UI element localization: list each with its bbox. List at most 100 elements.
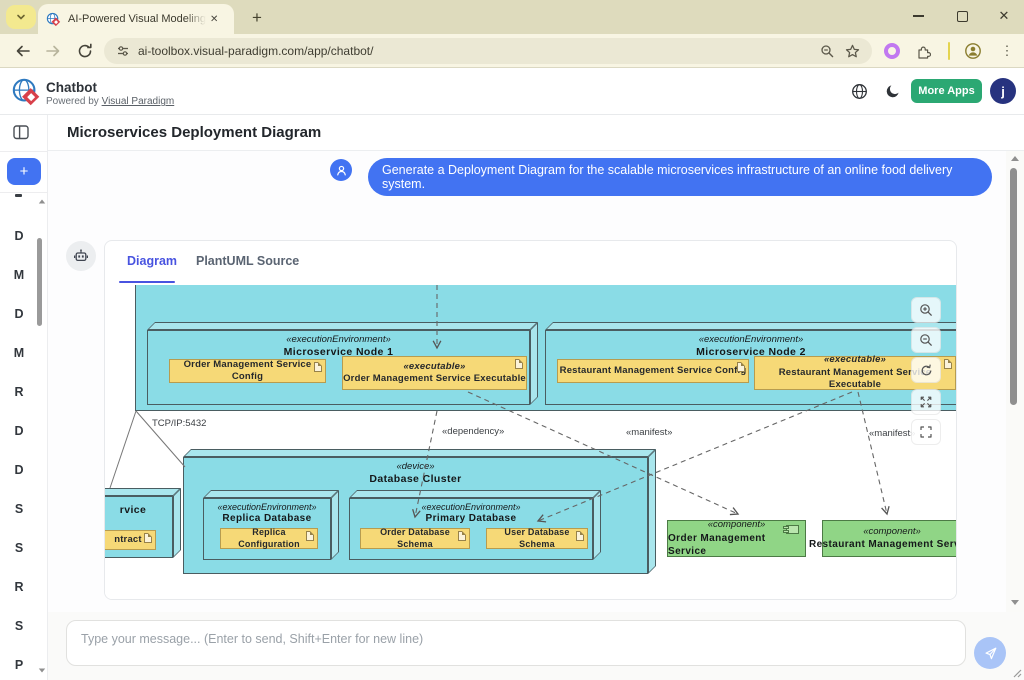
stereotype-label: «executionEnvironment»: [350, 502, 592, 513]
browser-tab[interactable]: AI-Powered Visual Modeling Ch ✕: [38, 4, 234, 34]
sidebar-item[interactable]: M: [0, 268, 38, 283]
user-message-avatar: [330, 159, 352, 181]
powered-by: Powered by Visual Paradigm: [46, 96, 174, 107]
artifact-icon: [314, 362, 322, 372]
resize-grip-icon[interactable]: [1010, 666, 1022, 678]
zoom-level-icon[interactable]: [820, 44, 835, 59]
extension-ring-icon[interactable]: [884, 43, 900, 59]
artifact-order-db-schema: Order Database Schema: [360, 528, 470, 549]
person-icon: [335, 164, 348, 177]
chat-scroll-down-icon[interactable]: [1011, 600, 1019, 605]
page-title: Microservices Deployment Diagram: [67, 124, 321, 141]
powered-by-link[interactable]: Visual Paradigm: [102, 96, 175, 107]
stereotype-label: «executionEnvironment»: [204, 502, 330, 513]
browser-tab-strip: AI-Powered Visual Modeling Ch ✕ + ✕: [0, 0, 1024, 34]
message-input[interactable]: [67, 621, 965, 665]
stereotype-label: «executionEnvironment»: [148, 334, 529, 346]
sidebar-item-partial[interactable]: [15, 194, 22, 197]
tab-diagram[interactable]: Diagram: [127, 254, 177, 268]
toolbar-separator: [948, 42, 950, 60]
powered-by-prefix: Powered by: [46, 96, 99, 107]
app-page: Chatbot Powered by Visual Paradigm More …: [0, 68, 1024, 680]
message-input-region: [48, 612, 1024, 680]
profile-icon[interactable]: [964, 42, 982, 60]
robot-icon: [73, 248, 89, 264]
visual-paradigm-logo: [11, 77, 41, 107]
sidebar-item[interactable]: D: [0, 424, 38, 439]
expand-arrows-icon: [919, 395, 933, 409]
chat-scroll-up-icon[interactable]: [1011, 156, 1019, 161]
minimize-icon: [913, 15, 924, 17]
sidebar-item[interactable]: S: [0, 502, 38, 517]
address-bar[interactable]: ai-toolbox.visual-paradigm.com/app/chatb…: [104, 38, 872, 64]
tab-close-icon[interactable]: ✕: [210, 14, 218, 25]
edge-label-dependency: «dependency»: [442, 426, 504, 437]
maximize-icon: [957, 11, 968, 22]
reload-icon[interactable]: [76, 42, 94, 60]
artifact-icon: [737, 362, 745, 372]
artifact-icon: [515, 359, 523, 369]
window-close-button[interactable]: ✕: [984, 0, 1024, 32]
tab-plantuml-source[interactable]: PlantUML Source: [196, 254, 299, 268]
sidebar-item[interactable]: P: [0, 658, 38, 673]
sidebar-scroll-up-icon[interactable]: [38, 199, 46, 204]
chevron-down-icon: [15, 11, 27, 23]
sidebar-item[interactable]: S: [0, 541, 38, 556]
sidebar-item[interactable]: D: [0, 307, 38, 322]
zoom-reset-button[interactable]: [911, 357, 941, 383]
bookmark-star-icon[interactable]: [845, 44, 860, 59]
sidebar-toggle-icon[interactable]: [13, 125, 29, 140]
fullscreen-button[interactable]: [911, 419, 941, 445]
new-conversation-button[interactable]: +: [7, 158, 41, 185]
new-tab-button[interactable]: +: [244, 5, 270, 31]
language-globe-icon[interactable]: [851, 83, 868, 100]
artifact-restaurant-config: Restaurant Management Service Config: [557, 359, 749, 383]
chat-region: Generate a Deployment Diagram for the sc…: [48, 151, 1024, 612]
chat-scrollbar-thumb[interactable]: [1010, 168, 1017, 405]
diagram-viewport[interactable]: «executionEnvironment» Microservice Node…: [105, 285, 956, 599]
send-plane-icon: [983, 646, 998, 661]
artifact-user-db-schema: User Database Schema: [486, 528, 588, 549]
artifact-order-executable: «executable» Order Management Service Ex…: [342, 356, 527, 390]
sidebar-item[interactable]: D: [0, 229, 38, 244]
diagram-card: Diagram PlantUML Source «executionEnviro…: [104, 240, 957, 600]
edge-label-manifest: «manifest»: [869, 428, 915, 439]
browser-toolbar: ai-toolbox.visual-paradigm.com/app/chatb…: [0, 34, 1024, 68]
window-minimize-button[interactable]: [898, 0, 938, 32]
visual-paradigm-favicon: [46, 12, 61, 27]
site-settings-icon[interactable]: [116, 44, 130, 58]
sidebar-item[interactable]: R: [0, 385, 38, 400]
zoom-in-button[interactable]: [911, 297, 941, 323]
main-content: Microservices Deployment Diagram Generat…: [48, 115, 1024, 680]
sidebar-item[interactable]: S: [0, 619, 38, 634]
window-maximize-button[interactable]: [942, 0, 982, 32]
tab-title: AI-Powered Visual Modeling Ch: [68, 13, 206, 25]
sidebar-divider: [0, 151, 47, 152]
sidebar-item[interactable]: R: [0, 580, 38, 595]
forward-icon[interactable]: [44, 42, 62, 60]
user-avatar-badge[interactable]: j: [990, 78, 1016, 104]
send-button[interactable]: [974, 637, 1006, 669]
zoom-out-button[interactable]: [911, 327, 941, 353]
sidebar-item[interactable]: D: [0, 463, 38, 478]
zoom-in-icon: [919, 303, 934, 318]
dark-mode-moon-icon[interactable]: [885, 83, 901, 99]
edge-label-tcp: TCP/IP:5432: [152, 418, 206, 429]
component-order-management-service: «component» Order Management Service: [667, 520, 806, 557]
sidebar: + D M D M R D D S S R S P: [0, 115, 48, 680]
more-apps-button[interactable]: More Apps: [911, 79, 982, 103]
artifact-order-config: Order Management Service Config: [169, 359, 326, 383]
close-icon: ✕: [999, 8, 1010, 24]
message-input-box: [66, 620, 966, 666]
node-name-fragment: rvice: [105, 504, 172, 517]
artifact-icon: [944, 359, 952, 369]
stereotype-label: «executionEnvironment»: [546, 334, 956, 346]
sidebar-scrollbar-thumb[interactable]: [37, 238, 42, 326]
sidebar-scroll-down-icon[interactable]: [38, 668, 46, 673]
extensions-puzzle-icon[interactable]: [916, 44, 931, 59]
sidebar-item[interactable]: M: [0, 346, 38, 361]
browser-menu-kebab[interactable]: ⋮: [998, 42, 1016, 60]
tab-search-button[interactable]: [6, 5, 36, 29]
fit-to-screen-button[interactable]: [911, 389, 941, 415]
back-icon[interactable]: [14, 42, 32, 60]
